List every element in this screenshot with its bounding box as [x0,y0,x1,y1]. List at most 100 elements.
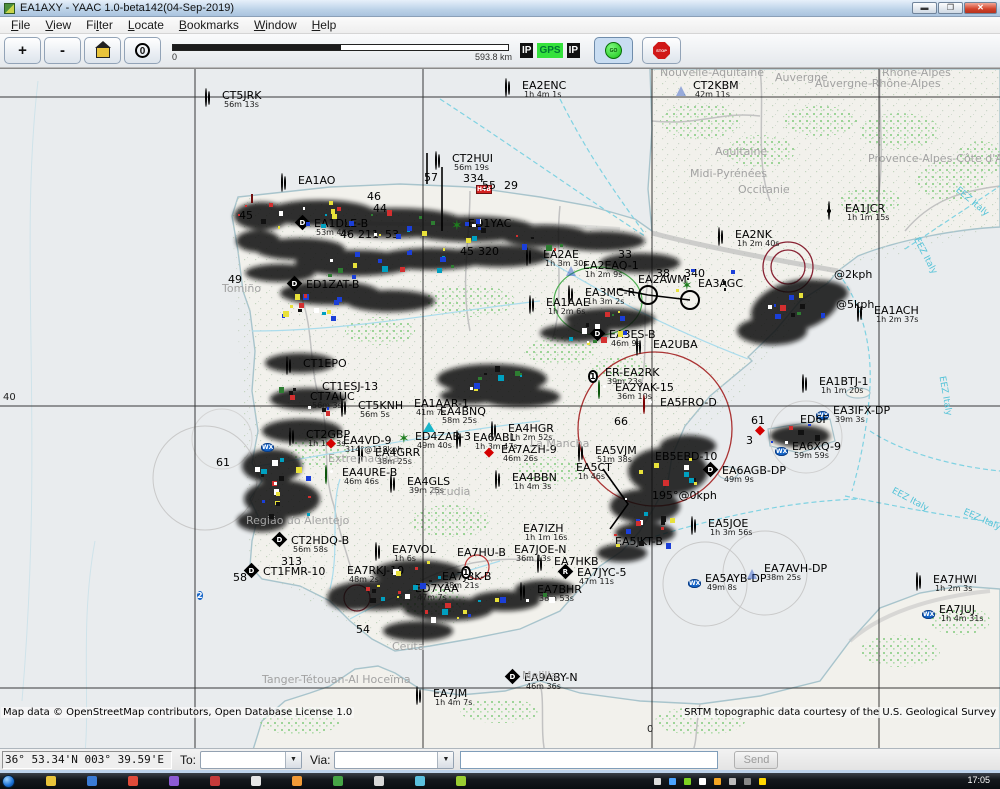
minimize-button[interactable]: ▬ [912,2,937,14]
station-age: 46m 9s [611,339,641,348]
taskbar-app-icon[interactable] [292,776,302,786]
taskbar-app-icon[interactable] [169,776,179,786]
taskbar-app-icon[interactable] [456,776,466,786]
send-button[interactable]: Send [734,751,778,769]
eez-boundary-label: EEZ Italy [937,375,954,416]
taskbar-app-icon[interactable] [210,776,220,786]
station-symbol-speck [821,313,826,318]
station-symbol-speck [663,480,669,486]
station-callsign: EA2UBA [653,338,698,351]
station-symbol-icon [537,555,539,573]
menu-help[interactable]: Help [305,18,344,32]
station-symbol-speck [586,323,590,327]
station-symbol-speck [328,274,332,278]
close-button[interactable]: ✕ [964,2,997,14]
station-callsign: ED1ZAT-B [306,278,359,291]
station-symbol-speck [587,341,589,343]
station-age: 1h 4m 31s [941,614,983,623]
menu-locate[interactable]: Locate [121,18,171,32]
station-symbol-icon [718,228,720,246]
station-symbol-speck [689,458,692,461]
menu-window[interactable]: Window [247,18,304,32]
station-symbol-icon [505,79,507,97]
station-age: 1h 1m 16s [525,533,567,542]
station-symbol-speck [442,609,448,615]
to-combobox[interactable]: ▼ [200,751,302,769]
station-symbol-speck [614,534,617,537]
tray-icon[interactable] [759,778,766,785]
taskbar-app-icon[interactable] [46,776,56,786]
taskbar-app-icon[interactable] [415,776,425,786]
station-symbol-speck [474,383,480,389]
windows-taskbar[interactable]: 17:05 [0,773,1000,789]
tray-icon[interactable] [729,778,736,785]
station-symbol-speck [427,561,430,564]
dropdown-arrow-icon[interactable]: ▼ [285,752,301,768]
menu-bookmarks[interactable]: Bookmarks [172,18,246,32]
station-symbol-speck [331,209,336,214]
station-symbol-icon [286,357,288,375]
station-age: 1h 2m 40s [737,239,779,248]
station-age: 38m 25s [766,573,801,582]
menu-file[interactable]: File [4,18,37,32]
station-symbol-icon [828,202,830,220]
station-symbol-speck [366,587,370,591]
station-age: 59m 59s [794,451,829,460]
station-symbol-icon [491,422,493,440]
station-symbol-speck [526,599,529,602]
map-canvas[interactable]: CT5JRK56m 13sEA2ENC1h 4m 1sCT2KBM42m 11s… [0,68,1000,748]
maximize-button[interactable]: ❐ [938,2,963,14]
station-symbol-speck [443,248,446,251]
zoom-scale-slider[interactable]: 0 593.8 km [172,39,512,63]
scale-bar[interactable] [172,44,509,51]
tray-icon[interactable] [699,778,706,785]
station-symbol-speck [531,237,533,239]
home-button[interactable] [84,37,121,64]
menu-filter[interactable]: Filter [79,18,120,32]
taskbar-app-icon[interactable] [251,776,261,786]
app-icon [4,3,15,14]
start-button[interactable] [2,775,15,788]
station-symbol-speck [353,263,357,267]
station-age: 1h 3m 2s [587,297,624,306]
via-combobox[interactable]: ▼ [334,751,454,769]
tray-icon[interactable] [684,778,691,785]
station-symbol-speck [372,589,376,593]
station-age: 1h 4m 1s [524,90,561,99]
tray-icon[interactable] [669,778,676,785]
tray-icon[interactable] [654,778,661,785]
tray-icon[interactable] [744,778,751,785]
station-symbol-speck [481,228,486,233]
station-callsign: CT1EPO [303,357,347,370]
transmit-stop-button[interactable]: STOP [642,37,681,64]
station-symbol-speck [293,388,296,391]
taskbar-app-icon[interactable] [333,776,343,786]
taskbar-app-icon[interactable] [87,776,97,786]
to-combobox-value[interactable] [201,752,285,768]
transmit-go-button[interactable]: GO [594,37,633,64]
message-input[interactable] [460,751,718,769]
taskbar-app-icon[interactable] [374,776,384,786]
station-symbol-icon [529,296,531,314]
station-symbol-icon [416,687,418,705]
station-symbol-speck [370,598,375,603]
window-titlebar[interactable]: EA1AXY - YAAC 1.0-beta142(04-Sep-2019) ▬… [0,0,1000,17]
station-symbol-speck [321,224,325,228]
station-symbol-icon [526,248,528,266]
tray-icon[interactable] [714,778,721,785]
zoom-out-button[interactable]: - [44,37,81,64]
center-zero-button[interactable]: 0 [124,37,161,64]
station-symbol-speck [694,482,697,485]
zoom-in-button[interactable]: + [4,37,41,64]
station-symbol-speck [337,297,342,302]
dropdown-arrow-icon[interactable]: ▼ [437,752,453,768]
taskbar-app-icon[interactable] [128,776,138,786]
station-symbol-speck [413,585,418,590]
station-symbol-speck [381,597,385,601]
station-symbol-speck [593,340,596,343]
via-combobox-value[interactable] [335,752,437,768]
station-symbol-icon [676,79,680,97]
station-symbol-speck [666,543,672,549]
station-age: 56m 19s [454,163,489,172]
menu-view[interactable]: View [38,18,78,32]
